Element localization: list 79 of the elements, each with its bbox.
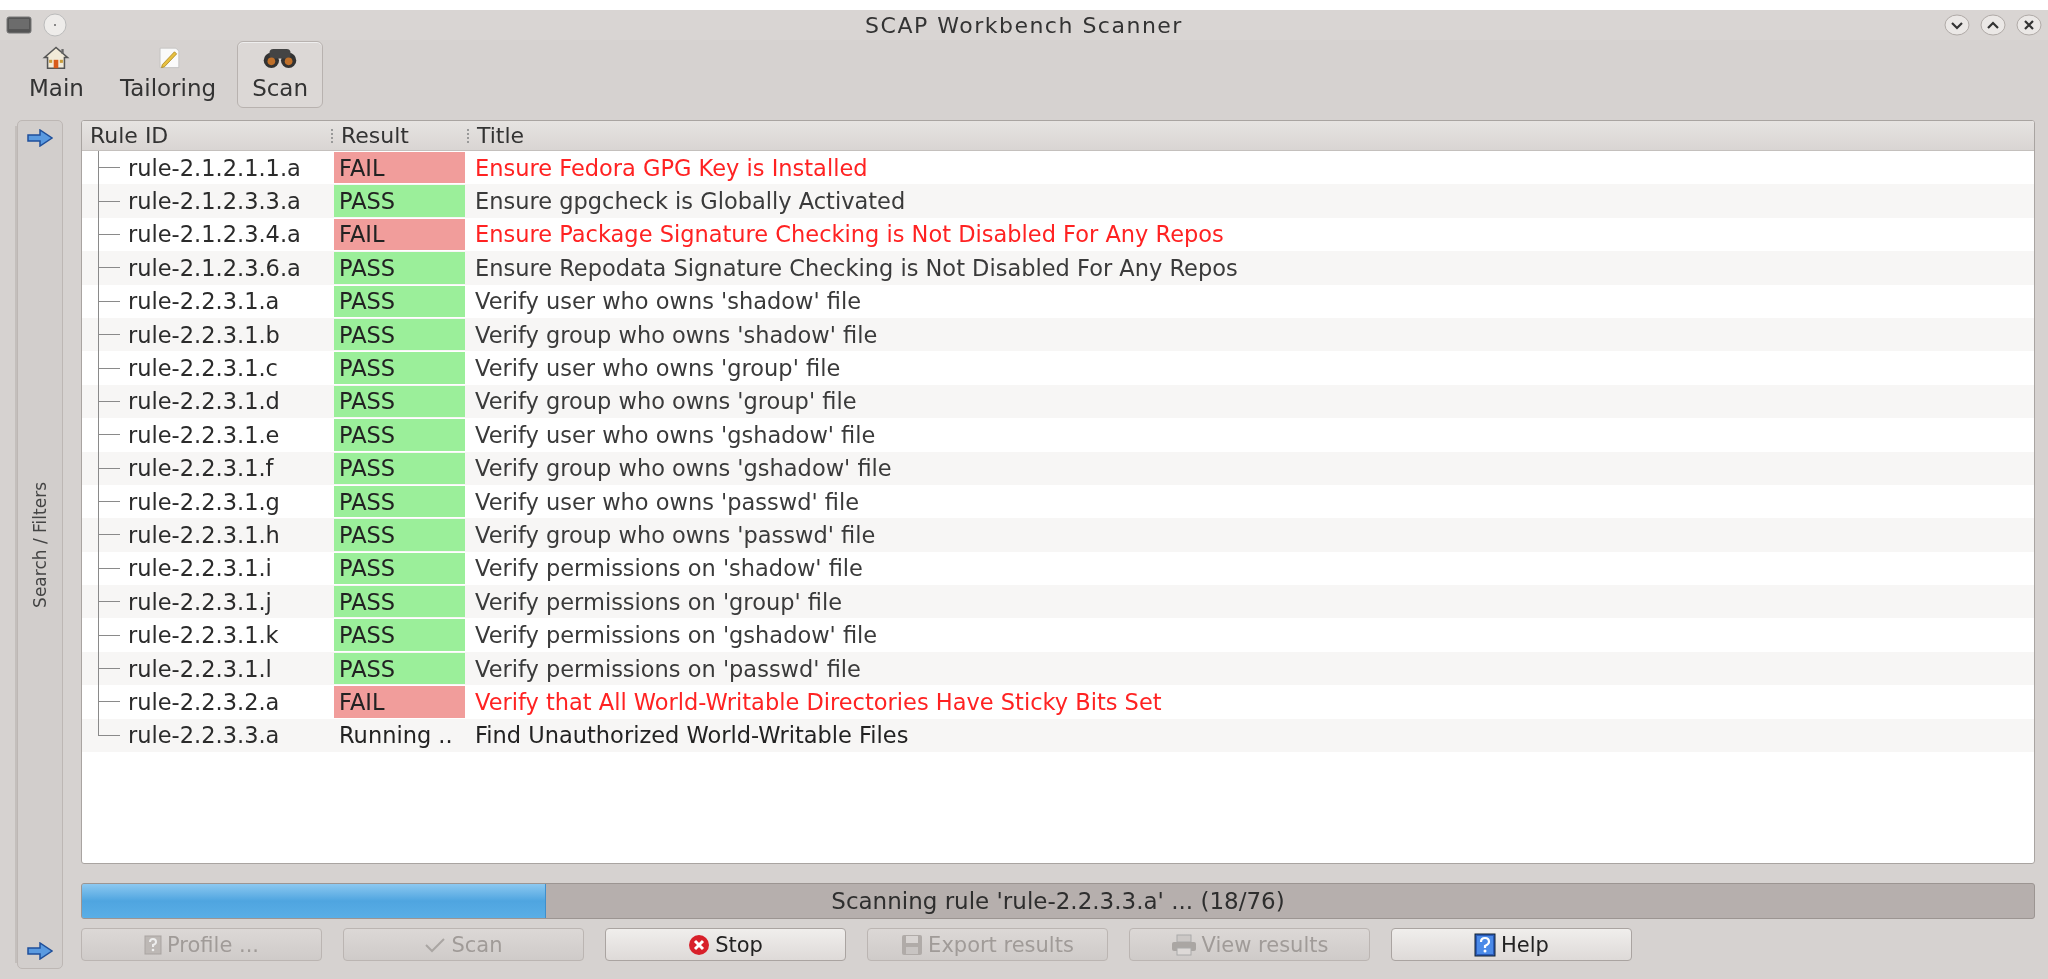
rule-title: Verify group who owns 'shadow' file <box>474 320 879 350</box>
rule-title: Verify permissions on 'passwd' file <box>474 654 862 684</box>
result-cell: PASS <box>334 586 465 618</box>
result-cell: PASS <box>334 452 465 484</box>
rule-title: Verify that All World-Writable Directories Have Sticky Bits Set <box>474 687 1163 717</box>
action-button[interactable]: Stop <box>605 928 846 961</box>
toolbar-tab[interactable]: Main <box>14 41 99 108</box>
rule-id: rule-2.2.3.1.i <box>128 555 272 582</box>
binoculars-icon <box>262 46 299 69</box>
result-cell: PASS <box>334 352 465 384</box>
rule-id: rule-2.2.3.1.e <box>128 421 280 448</box>
column-header[interactable]: Title <box>467 128 2034 143</box>
rule-title: Find Unauthorized World-Writable Files <box>474 721 910 751</box>
rule-id: rule-2.1.2.1.1.a <box>128 154 301 181</box>
circle-menu-icon <box>42 12 68 38</box>
question-icon <box>144 934 162 955</box>
result-cell: PASS <box>334 419 465 451</box>
action-button[interactable]: Help <box>1391 928 1632 961</box>
search-filters-tab[interactable]: Search / Filters <box>30 481 50 608</box>
result-cell: PASS <box>334 485 465 518</box>
stop-icon <box>688 933 711 956</box>
rule-id: rule-2.2.3.2.a <box>128 688 280 715</box>
toolbar-tab[interactable]: Tailoring <box>104 41 232 108</box>
rule-title: Verify group who owns 'group' file <box>474 387 858 417</box>
rule-id: rule-2.2.3.1.h <box>128 522 280 548</box>
column-header[interactable]: Rule ID <box>82 128 331 143</box>
rule-id: rule-2.2.3.1.g <box>128 488 280 515</box>
printer-icon <box>1170 933 1197 956</box>
rule-title: Ensure Repodata Signature Checking is Not Disabled For Any Repos <box>474 253 1239 283</box>
result-cell: PASS <box>334 252 465 284</box>
rule-title: Verify user who owns 'passwd' file <box>474 487 861 517</box>
check-icon <box>424 936 447 953</box>
result-cell: FAIL <box>334 686 465 718</box>
rule-id: rule-2.2.3.1.f <box>128 455 274 482</box>
rule-id: rule-2.2.3.1.b <box>128 321 280 348</box>
rule-id: rule-2.2.3.1.d <box>128 388 280 415</box>
window-title: SCAP Workbench Scanner <box>864 12 1184 38</box>
minimize-icon[interactable] <box>1944 13 1970 37</box>
rule-id: rule-2.1.2.3.6.a <box>128 254 301 281</box>
toolbar-tab[interactable]: Scan <box>237 41 324 108</box>
right-arrow-icon[interactable] <box>27 129 53 147</box>
result-cell: PASS <box>334 385 465 418</box>
rule-id: rule-2.1.2.3.3.a <box>128 188 301 215</box>
help-book-icon <box>1474 932 1497 957</box>
rule-id: rule-2.2.3.1.j <box>128 588 272 615</box>
rule-id: rule-2.2.3.3.a <box>128 722 280 749</box>
rule-title: Ensure Fedora GPG Key is Installed <box>474 153 869 183</box>
floppy-icon <box>901 933 924 956</box>
result-cell: FAIL <box>334 152 465 184</box>
result-cell: PASS <box>334 318 465 351</box>
rule-title: Verify permissions on 'shadow' file <box>474 554 864 584</box>
result-cell: PASS <box>334 285 465 317</box>
window-menu-icon <box>6 15 32 35</box>
rule-title: Verify permissions on 'group' file <box>474 587 844 617</box>
result-cell: PASS <box>334 652 465 685</box>
result-cell: PASS <box>334 552 465 585</box>
column-header[interactable]: Result <box>331 128 467 143</box>
progress-text: Scanning rule 'rule-2.2.3.3.a' ... (18/76) <box>831 888 1285 914</box>
close-icon[interactable] <box>2016 13 2042 37</box>
rule-id: rule-2.2.3.1.a <box>128 288 280 315</box>
rule-title: Ensure gpgcheck is Globally Activated <box>474 187 907 217</box>
maximize-icon[interactable] <box>1980 13 2006 37</box>
rule-id: rule-2.2.3.1.c <box>128 355 278 382</box>
result-cell: PASS <box>334 519 465 551</box>
rule-title: Verify user who owns 'shadow' file <box>474 287 863 317</box>
rule-id: rule-2.1.2.3.4.a <box>128 221 301 248</box>
rule-id: rule-2.2.3.1.l <box>128 655 272 682</box>
rule-title: Ensure Package Signature Checking is Not Disabled For Any Repos <box>474 220 1225 250</box>
result-cell-text: Running .. <box>338 721 454 751</box>
rule-title: Verify group who owns 'gshadow' file <box>474 454 893 484</box>
right-arrow-icon[interactable] <box>27 942 53 960</box>
rule-id: rule-2.2.3.1.k <box>128 622 279 649</box>
rule-title: Verify group who owns 'passwd' file <box>474 521 877 550</box>
result-cell: FAIL <box>334 218 465 251</box>
rule-title: Verify permissions on 'gshadow' file <box>474 621 879 651</box>
result-cell: PASS <box>334 185 465 217</box>
result-cell: PASS <box>334 619 465 651</box>
rule-title: Verify user who owns 'gshadow' file <box>474 420 877 450</box>
rule-title: Verify user who owns 'group' file <box>474 354 842 384</box>
